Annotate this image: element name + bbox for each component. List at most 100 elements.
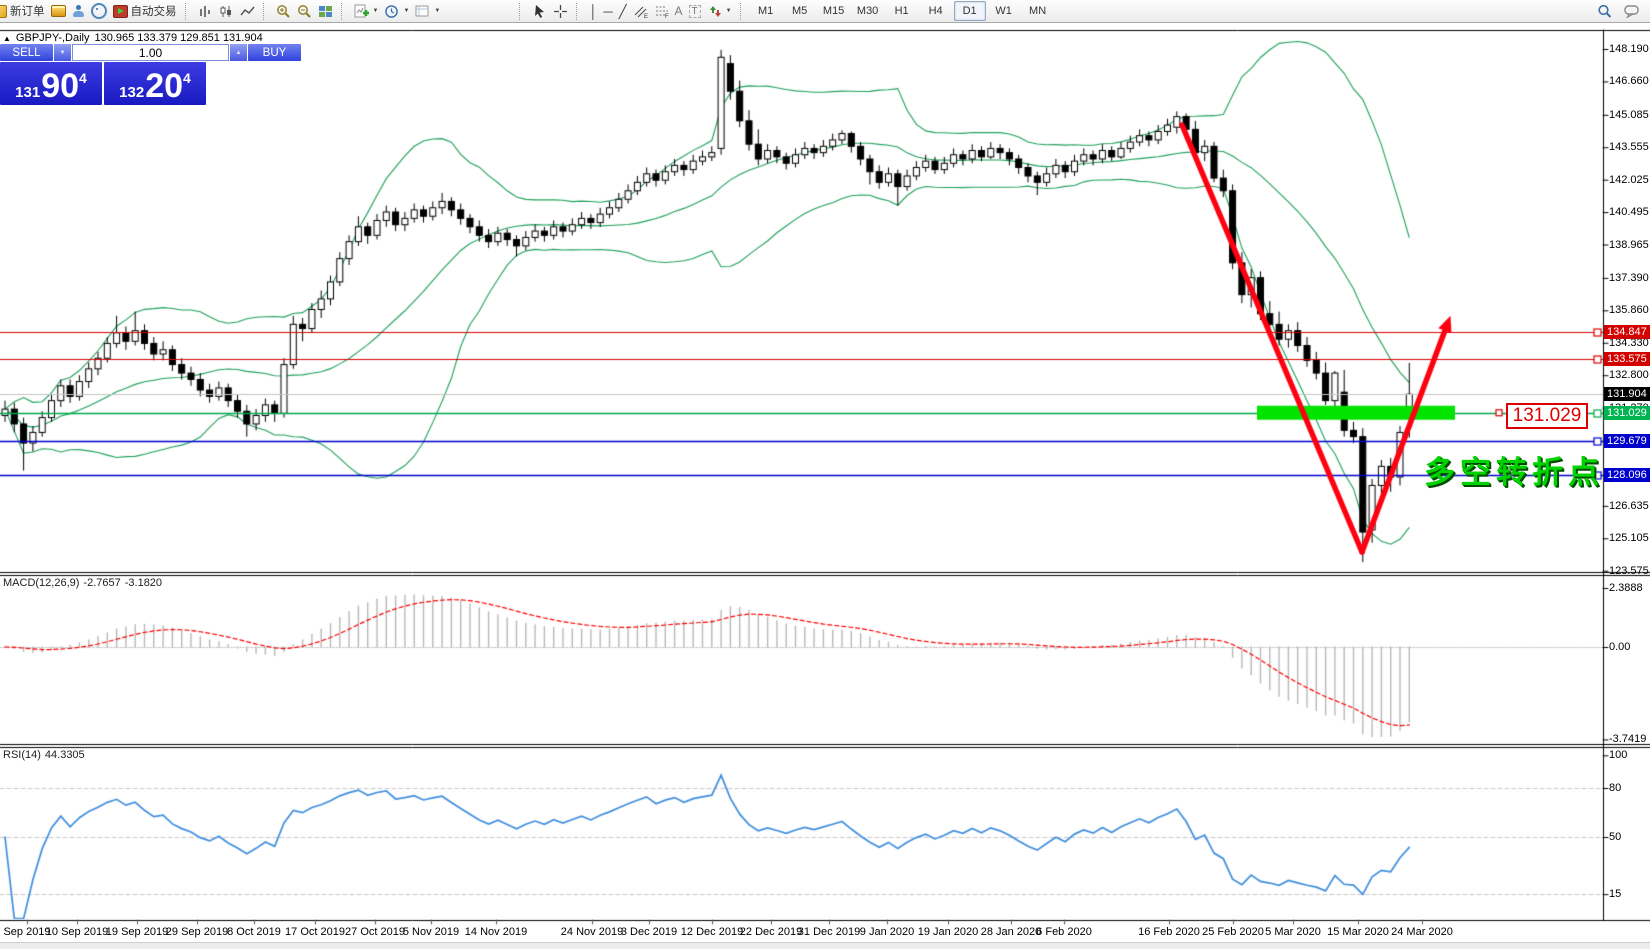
date-tick: 16 Feb 2020 [1138,926,1200,938]
macd-axis-tick: 2.3888 [1609,582,1643,594]
zoom-out-button[interactable] [294,1,315,21]
buy-price-box[interactable]: 132 20 4 [104,62,206,105]
new-order-button[interactable]: 新订单 [0,1,48,21]
timeframe-button-m1[interactable]: M1 [750,1,782,21]
ohlc-quote-label: 130.965 133.379 129.851 131.904 [94,32,262,44]
timeframe-button-w1[interactable]: W1 [988,1,1020,21]
price-tick: 138.965 [1609,239,1649,251]
one-click-trading-panel: SELL ▼ ▲ BUY 131 90 4 132 20 4 [0,44,206,105]
zoom-in-icon [276,4,291,19]
timeframe-button-m15[interactable]: M15 [818,1,850,21]
bar-chart-button[interactable] [195,1,216,21]
tile-windows-button[interactable] [315,1,336,21]
price-level-note[interactable]: 131.029 [1506,403,1588,429]
equidistant-channel-icon: E [633,4,648,19]
trendline-button[interactable]: ╱ [616,1,630,21]
line-chart-icon [240,4,255,19]
rsi-pane-label: RSI(14)44.3305 [3,749,89,761]
trendline-icon: ╱ [619,5,627,18]
auto-trading-icon [113,5,128,18]
rsi-axis-tick: 100 [1609,749,1627,761]
macd-axis-tick: -3.7419 [1609,733,1646,745]
auto-trading-button[interactable]: 自动交易 [110,1,180,21]
buy-price-point: 4 [183,71,191,85]
fibonacci-button[interactable]: F [651,1,672,21]
timeframe-button-d1[interactable]: D1 [954,1,986,21]
charts-window-button[interactable] [48,1,69,21]
line-chart-button[interactable] [237,1,258,21]
toolbar-separator [341,3,348,20]
crosshair-icon [553,4,568,19]
arrows-button[interactable]: ▼ [704,1,735,21]
price-badge-blue: 128.096 [1604,468,1650,482]
channel-button[interactable]: E [630,1,651,21]
buy-button[interactable]: BUY [248,44,301,61]
profile-icon [72,5,85,17]
sell-price-pips: 90 [41,73,79,101]
signals-button[interactable] [88,1,110,21]
auto-trading-label: 自动交易 [131,3,177,19]
price-tick: 140.495 [1609,206,1649,218]
date-tick: 27 Oct 2019 [345,926,405,938]
timeframe-button-mn[interactable]: MN [1022,1,1054,21]
price-tick: 143.555 [1609,141,1649,153]
date-tick: 31 Dec 2019 [798,926,860,938]
macd-axis-tick: 0.00 [1609,641,1630,653]
chart-flag-icon: ▲ [3,34,11,43]
chat-button[interactable] [1621,1,1642,21]
profile-button[interactable] [69,1,88,21]
timeframe-button-m30[interactable]: M30 [852,1,884,21]
arrow-objects-icon [707,4,722,19]
toolbar: 新订单 自动交易 ▼ ▼ ▼ │ ─ ╱ E F A T ▼ M1M5M15M [0,0,1650,23]
price-tick: 123.575 [1609,565,1649,577]
date-tick: 3 Dec 2019 [621,926,677,938]
chart-title: ▲ GBPJPY-,Daily 130.965 133.379 129.851 … [3,32,263,44]
crosshair-button[interactable] [550,1,571,21]
price-tick: 145.085 [1609,109,1649,121]
macd-signal-value: -3.1820 [125,577,162,589]
volume-input[interactable] [72,44,229,61]
indicators-button[interactable]: ▼ [351,1,382,21]
macd-pane-label: MACD(12,26,9) -2.7657 -3.1820 [3,577,166,589]
text-label-button[interactable]: T [686,1,704,21]
toolbar-separator [185,3,192,20]
sell-price-box[interactable]: 131 90 4 [0,62,102,105]
sell-price-point: 4 [79,71,87,85]
candlestick-button[interactable] [216,1,237,21]
periods-button[interactable]: ▼ [381,1,412,21]
horizontal-line-icon: ─ [603,5,612,18]
mt4-window: 新订单 自动交易 ▼ ▼ ▼ │ ─ ╱ E F A T ▼ M1M5M15M [0,0,1650,949]
text-label-icon: T [689,5,701,18]
price-badge-green: 131.029 [1604,406,1650,420]
horizontal-line-button[interactable]: ─ [600,1,615,21]
search-button[interactable] [1594,1,1615,21]
search-icon [1597,4,1612,19]
date-tick: 15 Mar 2020 [1327,926,1389,938]
templates-button[interactable]: ▼ [412,1,443,21]
macd-name: MACD(12,26,9) [3,577,79,589]
vertical-line-button[interactable]: │ [586,1,600,21]
zoom-in-button[interactable] [273,1,294,21]
timeframe-button-h4[interactable]: H4 [920,1,952,21]
signals-icon [91,3,107,19]
turning-point-note[interactable]: 多空转折点 [1424,447,1604,492]
price-tick: 142.025 [1609,174,1649,186]
price-tick: 135.860 [1609,304,1649,316]
sell-button[interactable]: SELL [0,44,53,61]
chart-canvas[interactable] [0,0,1650,949]
volume-increase-button[interactable]: ▲ [230,44,247,61]
timeframe-button-h1[interactable]: H1 [886,1,918,21]
macd-value: -2.7657 [83,577,120,589]
date-tick: 8 Oct 2019 [227,926,281,938]
volume-decrease-button[interactable]: ▼ [54,44,71,61]
dropdown-caret-icon: ▼ [726,8,732,14]
fibonacci-icon: F [654,4,669,19]
sell-price-figure: 131 [15,85,40,100]
cursor-button[interactable] [529,1,550,21]
date-tick: 5 Mar 2020 [1265,926,1321,938]
timeframe-button-m5[interactable]: M5 [784,1,816,21]
toolbar-right-icons [1594,1,1644,21]
buy-price-figure: 132 [119,85,144,100]
new-order-label: 新订单 [10,3,45,19]
text-button[interactable]: A [672,1,686,21]
